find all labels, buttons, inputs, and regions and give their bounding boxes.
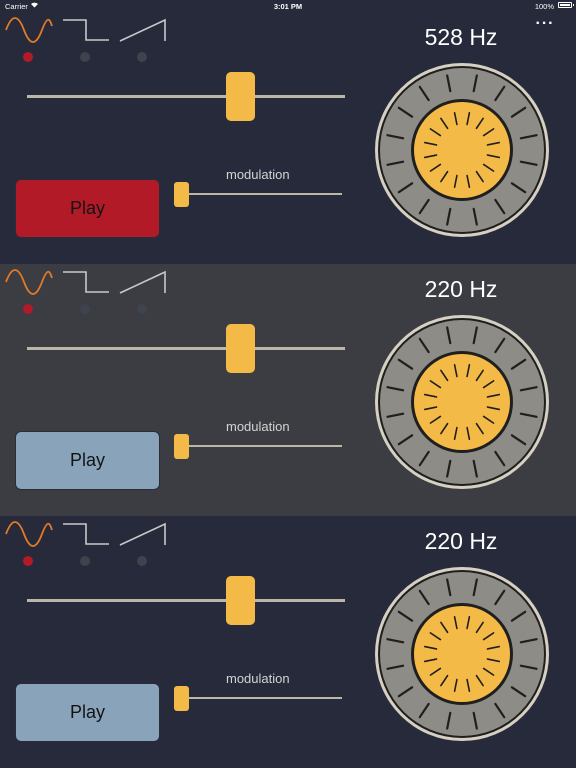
- frequency-slider-thumb[interactable]: [226, 324, 256, 373]
- knob-center: [414, 102, 510, 198]
- sawtooth-select-indicator[interactable]: [137, 304, 147, 314]
- modulation-label: modulation: [226, 167, 290, 182]
- frequency-slider-track[interactable]: [27, 347, 345, 350]
- modulation-label: modulation: [226, 671, 290, 686]
- sawtooth-select-indicator[interactable]: [137, 52, 147, 62]
- play-button[interactable]: Play: [15, 683, 160, 742]
- modulation-slider-track[interactable]: [178, 193, 342, 195]
- sine-select-indicator[interactable]: [23, 52, 33, 62]
- sawtooth-wave-icon[interactable]: [119, 268, 167, 296]
- square-wave-icon[interactable]: [62, 268, 110, 296]
- clock: 3:01 PM: [273, 2, 303, 11]
- status-bar: Carrier 3:01 PM 100%: [0, 0, 576, 12]
- more-menu-button[interactable]: ···: [534, 16, 556, 32]
- oscillator-panel: modulation Play 220 Hz: [0, 516, 576, 768]
- frequency-slider-track[interactable]: [27, 599, 345, 602]
- square-select-indicator[interactable]: [80, 556, 90, 566]
- modulation-slider-track[interactable]: [178, 445, 342, 447]
- frequency-readout: 220 Hz: [424, 528, 498, 554]
- knob-center: [414, 606, 510, 702]
- frequency-knob[interactable]: [374, 314, 550, 490]
- oscillator-panel: modulation Play 220 Hz: [0, 264, 576, 516]
- square-select-indicator[interactable]: [80, 304, 90, 314]
- oscillator-panel: modulation Play 528 Hz: [0, 12, 576, 264]
- frequency-slider-thumb[interactable]: [226, 576, 256, 625]
- sine-select-indicator[interactable]: [23, 304, 33, 314]
- frequency-readout: 220 Hz: [424, 276, 498, 302]
- frequency-slider-track[interactable]: [27, 95, 345, 98]
- battery-icon: [558, 2, 574, 8]
- sawtooth-wave-icon[interactable]: [119, 520, 167, 548]
- sawtooth-select-indicator[interactable]: [137, 556, 147, 566]
- play-button[interactable]: Play: [15, 179, 160, 238]
- frequency-knob[interactable]: [374, 566, 550, 742]
- sawtooth-wave-icon[interactable]: [119, 16, 167, 44]
- square-select-indicator[interactable]: [80, 52, 90, 62]
- modulation-label: modulation: [226, 419, 290, 434]
- modulation-slider-thumb[interactable]: [174, 434, 189, 459]
- sine-select-indicator[interactable]: [23, 556, 33, 566]
- frequency-readout: 528 Hz: [424, 24, 498, 50]
- sine-wave-icon[interactable]: [5, 16, 53, 44]
- sine-wave-icon[interactable]: [5, 520, 53, 548]
- frequency-slider-thumb[interactable]: [226, 72, 256, 121]
- square-wave-icon[interactable]: [62, 16, 110, 44]
- frequency-knob[interactable]: [374, 62, 550, 238]
- modulation-slider-thumb[interactable]: [174, 686, 189, 711]
- modulation-slider-track[interactable]: [178, 697, 342, 699]
- knob-center: [414, 354, 510, 450]
- battery-percentage: 100%: [534, 2, 554, 11]
- square-wave-icon[interactable]: [62, 520, 110, 548]
- modulation-slider-thumb[interactable]: [174, 182, 189, 207]
- play-button[interactable]: Play: [15, 431, 160, 490]
- sine-wave-icon[interactable]: [5, 268, 53, 296]
